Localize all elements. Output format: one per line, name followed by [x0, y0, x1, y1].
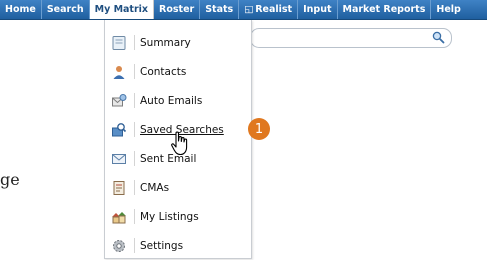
menu-item-label: Contacts [140, 65, 187, 78]
nav-roster[interactable]: Roster [154, 0, 201, 19]
top-nav-bar: Home Search My Matrix Roster Stats ◱ Real… [0, 0, 487, 20]
menu-item-summary[interactable]: Summary [105, 28, 251, 57]
menu-item-label: My Listings [140, 210, 199, 223]
step-number-badge: 1 [248, 118, 270, 140]
menu-item-cmas[interactable]: CMAs [105, 173, 251, 202]
menu-separator [134, 209, 135, 224]
nav-home[interactable]: Home [0, 0, 42, 19]
houses-icon [110, 208, 128, 226]
gear-icon [110, 237, 128, 255]
menu-separator [134, 35, 135, 50]
menu-item-auto-emails[interactable]: Auto Emails [105, 86, 251, 115]
nav-help[interactable]: Help [431, 0, 465, 19]
nav-stats[interactable]: Stats [200, 0, 240, 19]
person-icon [110, 63, 128, 81]
menu-separator [134, 64, 135, 79]
realist-window-icon: ◱ [244, 4, 254, 15]
report-icon [110, 179, 128, 197]
menu-item-my-listings[interactable]: My Listings [105, 202, 251, 231]
hand-pointer-cursor [171, 131, 188, 156]
menu-item-label: Summary [140, 36, 191, 49]
background-page-text: ge [0, 170, 20, 189]
nav-realist-label: Realist [255, 4, 293, 15]
menu-separator [134, 151, 135, 166]
menu-item-label: Settings [140, 239, 184, 252]
magnifier-icon[interactable] [432, 31, 445, 44]
search-input[interactable] [250, 28, 452, 48]
menu-separator [134, 93, 135, 108]
menu-separator [134, 238, 135, 253]
nav-input[interactable]: Input [298, 0, 338, 19]
menu-item-settings[interactable]: Settings [105, 231, 251, 260]
menu-separator [134, 180, 135, 195]
menu-item-contacts[interactable]: Contacts [105, 57, 251, 86]
nav-my-matrix[interactable]: My Matrix [89, 0, 155, 19]
nav-realist[interactable]: ◱ Realist [239, 0, 299, 19]
menu-item-label: CMAs [140, 181, 170, 194]
nav-market-reports[interactable]: Market Reports [338, 0, 432, 19]
saved-search-icon [110, 121, 128, 139]
document-icon [110, 34, 128, 52]
menu-item-label: Auto Emails [140, 94, 203, 107]
menu-separator [134, 122, 135, 137]
auto-email-icon [110, 92, 128, 110]
envelope-icon [110, 150, 128, 168]
nav-search[interactable]: Search [42, 0, 90, 19]
